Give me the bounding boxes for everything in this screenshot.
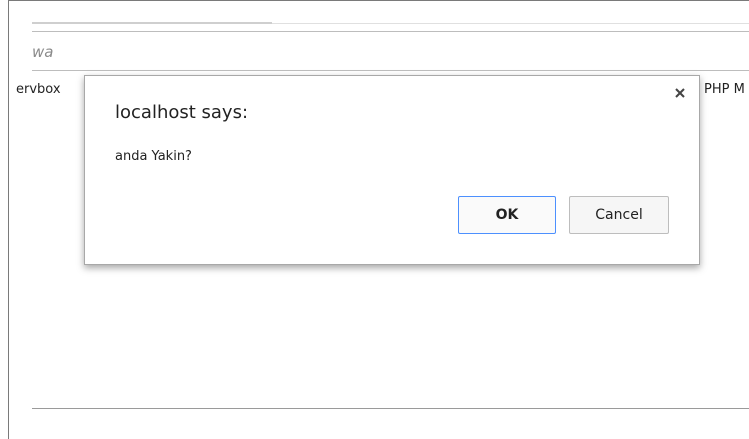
partial-input-text: wa [32, 43, 54, 61]
input-underline [32, 70, 749, 71]
alert-dialog: localhost says: anda Yakin? OK Cancel [84, 75, 700, 265]
bookmark-left[interactable]: ervbox [16, 82, 61, 97]
dialog-title: localhost says: [115, 102, 249, 123]
ok-button[interactable]: OK [458, 196, 556, 234]
progress-line [32, 22, 272, 24]
close-icon[interactable] [673, 85, 687, 99]
dialog-message: anda Yakin? [115, 149, 192, 164]
top-divider-2 [32, 31, 749, 32]
top-divider [272, 23, 749, 24]
cancel-button[interactable]: Cancel [569, 196, 669, 234]
bookmark-right[interactable]: PHP M [704, 82, 745, 97]
bottom-divider [32, 408, 749, 409]
